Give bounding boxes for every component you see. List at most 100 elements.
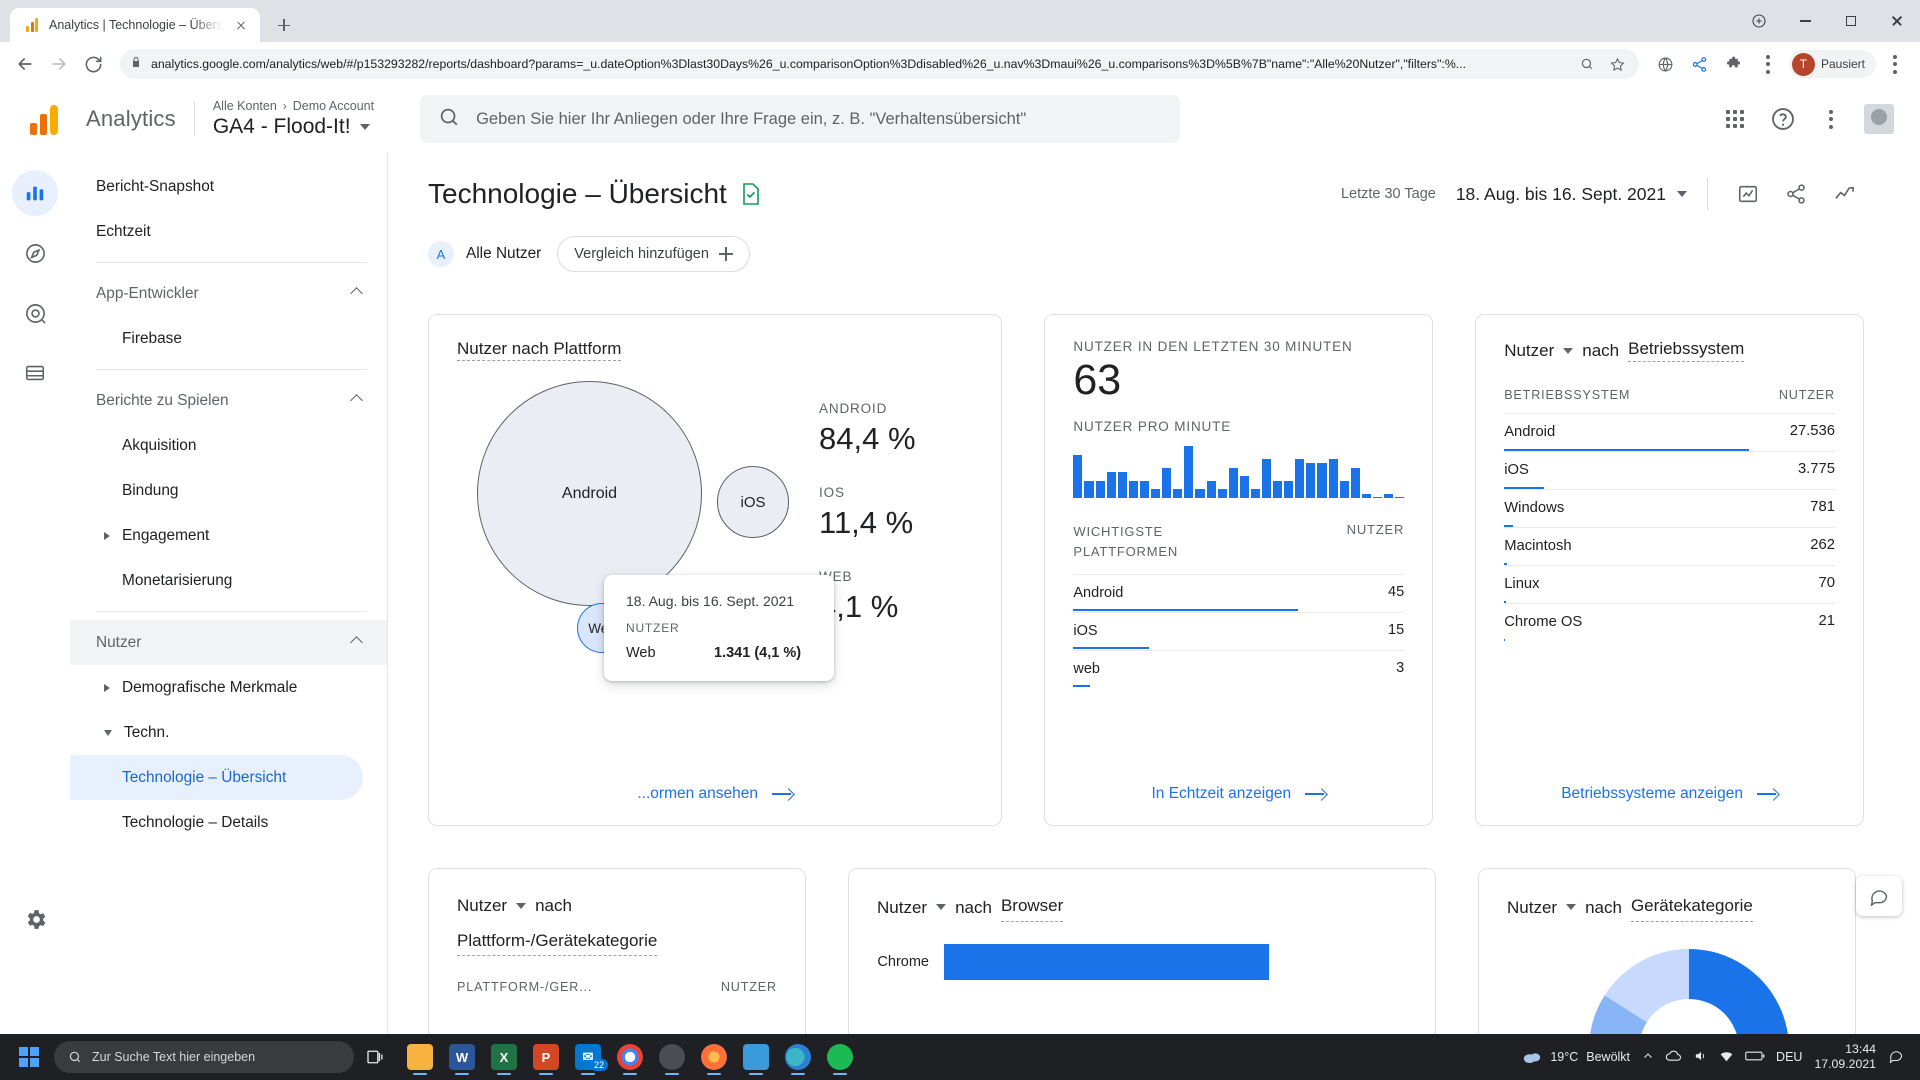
clock[interactable]: 13:44 17.09.2021 — [1814, 1042, 1876, 1073]
sidebar-group-nutzer[interactable]: Nutzer — [70, 620, 387, 665]
sidebar-item-technologie-details[interactable]: Technologie – Details — [70, 800, 387, 845]
sidebar-item-bindung[interactable]: Bindung — [70, 468, 387, 513]
onedrive-icon[interactable] — [1665, 1049, 1682, 1066]
taskbar-app-powerpoint[interactable]: P — [526, 1037, 566, 1077]
chevron-down-icon[interactable] — [936, 904, 947, 911]
chevron-down-icon[interactable] — [1563, 347, 1574, 354]
chevron-down-icon[interactable] — [1566, 904, 1577, 911]
card-cta-realtime[interactable]: In Echtzeit anzeigen — [1045, 785, 1432, 803]
metric-selector-label[interactable]: Nutzer — [1504, 341, 1554, 361]
taskbar-app-photos[interactable] — [736, 1037, 776, 1077]
edit-comparison-icon[interactable] — [1728, 174, 1768, 214]
start-button[interactable] — [6, 1034, 52, 1080]
back-icon[interactable] — [10, 49, 40, 79]
taskbar-app-discord[interactable] — [652, 1037, 692, 1077]
profile-chip[interactable]: T Pausiert — [1788, 50, 1876, 78]
new-tab-button[interactable] — [270, 11, 298, 39]
bookmark-star-icon[interactable] — [1607, 53, 1629, 75]
sidebar-item-echtzeit[interactable]: Echtzeit — [70, 209, 387, 254]
browser-menu-icon[interactable] — [1753, 49, 1783, 79]
sidebar-item-monetarisierung[interactable]: Monetarisierung — [70, 558, 387, 603]
add-comparison-button[interactable]: Vergleich hinzufügen — [557, 236, 750, 272]
show-hidden-icons-chevron-up-icon[interactable] — [1642, 1050, 1654, 1065]
notification-center-icon[interactable] — [1888, 1048, 1904, 1066]
sidebar-item-firebase[interactable]: Firebase — [70, 316, 387, 361]
segment-chip-all-users[interactable]: A Alle Nutzer — [428, 241, 541, 267]
taskbar-app-edge[interactable] — [778, 1037, 818, 1077]
rail-item-configure[interactable] — [12, 350, 58, 396]
account-selector[interactable]: Alle Konten › Demo Account GA4 - Flood-I… — [213, 99, 374, 139]
address-bar[interactable]: analytics.google.com/analytics/web/#/p15… — [120, 49, 1639, 79]
more-options-icon[interactable] — [1810, 98, 1852, 140]
language-indicator[interactable]: DEU — [1776, 1050, 1802, 1064]
sidebar-item-akquisition[interactable]: Akquisition — [70, 423, 387, 468]
rail-item-admin-gear-icon[interactable] — [12, 896, 58, 942]
maximize-button[interactable] — [1828, 0, 1874, 42]
sidebar-group-berichte-zu-spielen[interactable]: Berichte zu Spielen — [70, 378, 387, 423]
sidebar-group-app-entwickler[interactable]: App-Entwickler — [70, 271, 387, 316]
table-row[interactable]: iOS 3.775 — [1504, 451, 1835, 489]
forward-icon[interactable] — [44, 49, 74, 79]
sidebar-item-technologie-uebersicht[interactable]: Technologie – Übersicht — [70, 755, 363, 800]
taskbar-app-mail[interactable]: ✉ 22 — [568, 1037, 608, 1077]
window-close-button[interactable] — [1874, 0, 1920, 42]
share-icon[interactable] — [1776, 174, 1816, 214]
table-row[interactable]: Macintosh 262 — [1504, 527, 1835, 565]
table-row[interactable]: iOS 15 — [1073, 612, 1405, 650]
task-view-button[interactable] — [356, 1036, 398, 1078]
dimension-label[interactable]: Plattform-/Gerätekategorie — [457, 928, 658, 956]
help-icon[interactable] — [1762, 98, 1804, 140]
minimize-button[interactable] — [1782, 0, 1828, 42]
taskbar-search-input[interactable]: Zur Suche Text hier eingeben — [54, 1041, 354, 1073]
rail-item-explore[interactable] — [12, 230, 58, 276]
table-row[interactable]: Android 27.536 — [1504, 413, 1835, 451]
breadcrumb-account[interactable]: Demo Account — [293, 99, 374, 113]
volume-icon[interactable] — [1693, 1049, 1708, 1066]
metric-selector-label[interactable]: Nutzer — [457, 893, 507, 919]
metric-selector-label[interactable]: Nutzer — [1507, 895, 1557, 921]
dimension-label[interactable]: Browser — [1000, 893, 1064, 922]
close-icon[interactable] — [232, 16, 250, 34]
bubble-ios[interactable]: iOS — [717, 466, 789, 538]
dimension-label[interactable]: Gerätekategorie — [1630, 893, 1753, 922]
zoom-search-icon[interactable] — [1576, 53, 1598, 75]
weather-widget[interactable]: 19°C Bewölkt — [1522, 1048, 1630, 1066]
taskbar-app-firefox[interactable] — [694, 1037, 734, 1077]
rail-item-reports[interactable] — [12, 170, 58, 216]
table-row[interactable]: Linux 70 — [1504, 565, 1835, 603]
extension-globe-icon[interactable] — [1651, 49, 1681, 79]
feedback-button[interactable] — [1856, 876, 1902, 916]
taskbar-app-excel[interactable]: X — [484, 1037, 524, 1077]
extensions-puzzle-icon[interactable] — [1736, 0, 1782, 42]
dimension-label[interactable]: Betriebssystem — [1628, 339, 1745, 362]
sidebar-item-bericht-snapshot[interactable]: Bericht-Snapshot — [70, 164, 387, 209]
card-cta-os[interactable]: Betriebssysteme anzeigen — [1476, 785, 1863, 803]
apps-grid-icon[interactable] — [1714, 98, 1756, 140]
browser-overflow-icon[interactable] — [1880, 49, 1910, 79]
table-row[interactable]: Windows 781 — [1504, 489, 1835, 527]
sidebar-item-engagement[interactable]: Engagement — [70, 513, 387, 558]
taskbar-app-spotify[interactable] — [820, 1037, 860, 1077]
chevron-down-icon[interactable] — [516, 902, 527, 909]
metric-selector-label[interactable]: Nutzer — [877, 895, 927, 921]
reload-icon[interactable] — [78, 49, 108, 79]
insights-icon[interactable] — [1824, 174, 1864, 214]
date-range-picker[interactable]: 18. Aug. bis 16. Sept. 2021 — [1456, 184, 1687, 205]
property-name[interactable]: GA4 - Flood-It! — [213, 115, 374, 139]
account-avatar[interactable] — [1858, 98, 1900, 140]
breadcrumb-root[interactable]: Alle Konten — [213, 99, 277, 113]
browser-tab-active[interactable]: Analytics | Technologie – Übersic — [10, 8, 260, 42]
sidebar-item-techn[interactable]: Techn. — [70, 710, 387, 755]
search-input[interactable]: Geben Sie hier Ihr Anliegen oder Ihre Fr… — [420, 95, 1181, 143]
extension-share-icon[interactable] — [1685, 49, 1715, 79]
rail-item-advertising[interactable] — [12, 290, 58, 336]
card-cta-platforms[interactable]: ...ormen ansehen — [429, 785, 1001, 803]
network-icon[interactable] — [1719, 1049, 1734, 1066]
bubble-android[interactable]: Android — [477, 381, 702, 606]
table-row[interactable]: Chrome OS 21 — [1504, 603, 1835, 641]
sidebar-item-demografische-merkmale[interactable]: Demografische Merkmale — [70, 665, 387, 710]
battery-icon[interactable] — [1745, 1050, 1765, 1065]
taskbar-app-file-explorer[interactable] — [400, 1037, 440, 1077]
taskbar-app-chrome[interactable] — [610, 1037, 650, 1077]
table-row[interactable]: Android 45 — [1073, 574, 1405, 612]
